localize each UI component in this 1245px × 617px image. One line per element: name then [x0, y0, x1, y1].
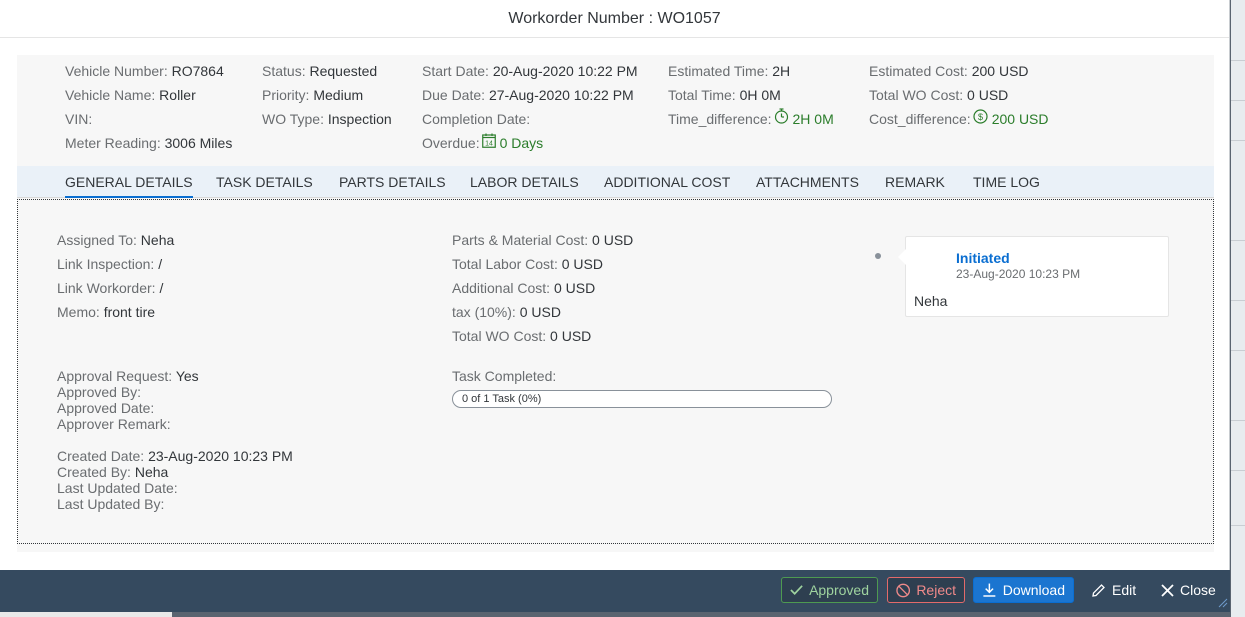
summary-column-cost: Estimated Cost: 200 USD Total WO Cost: 0…: [869, 59, 1049, 131]
svg-text:14: 14: [485, 141, 493, 148]
resize-grip-icon[interactable]: [1218, 598, 1228, 608]
detail-field: Assigned To: Neha: [57, 232, 175, 248]
summary-column-status: Status: Requested Priority: Medium WO Ty…: [262, 59, 392, 131]
summary-column-time: Estimated Time: 2H Total Time: 0H 0M Tim…: [668, 59, 834, 131]
detail-field: Approved Date:: [57, 400, 155, 416]
summary-field: Vehicle Name: Roller: [65, 87, 196, 103]
reject-icon: [896, 583, 911, 597]
summary-field: Due Date: 27-Aug-2020 10:22 PM: [422, 87, 634, 103]
detail-field: Last Updated Date:: [57, 480, 178, 496]
download-button[interactable]: Download: [973, 577, 1074, 603]
task-progress-bar: 0 of 1 Task (0%): [452, 390, 832, 408]
close-button[interactable]: Close: [1152, 577, 1226, 603]
detail-field: Additional Cost: 0 USD: [452, 280, 596, 296]
reject-button[interactable]: Reject: [887, 577, 965, 603]
task-completed-label: Task Completed:: [452, 368, 557, 384]
tab-parts-details[interactable]: PARTS DETAILS: [339, 166, 446, 198]
detail-field: Total Labor Cost: 0 USD: [452, 256, 603, 272]
timeline-entry-title: Initiated: [956, 250, 1010, 266]
dialog-content: Vehicle Number: RO7864 Vehicle Name: Rol…: [17, 55, 1214, 552]
summary-field: Total Time: 0H 0M: [668, 87, 781, 103]
detail-field: Link Workorder: /: [57, 280, 164, 296]
pencil-icon: [1092, 583, 1105, 597]
detail-field: Link Inspection: /: [57, 256, 163, 272]
tab-bar: GENERAL DETAILS TASK DETAILS PARTS DETAI…: [17, 166, 1214, 198]
detail-field: Total WO Cost: 0 USD: [452, 328, 592, 344]
summary-field: Status: Requested: [262, 63, 378, 79]
detail-field: Created By: Neha: [57, 464, 169, 480]
tab-task-details[interactable]: TASK DETAILS: [216, 166, 313, 198]
summary-field: Start Date: 20-Aug-2020 10:22 PM: [422, 63, 638, 79]
summary-field: Vehicle Number: RO7864: [65, 63, 224, 79]
timeline-entry-user: Neha: [914, 293, 948, 309]
assignment-section: Assigned To: Neha Link Inspection: / Lin…: [57, 228, 174, 324]
summary-field: Estimated Time: 2H: [668, 63, 791, 79]
summary-field: Estimated Cost: 200 USD: [869, 63, 1029, 79]
calendar-icon: 14: [481, 131, 496, 155]
tab-remark[interactable]: REMARK: [885, 166, 945, 198]
close-icon: [1161, 583, 1174, 597]
summary-field: Completion Date:: [422, 111, 531, 127]
summary-field: Time_difference: 2H 0M: [668, 107, 834, 131]
summary-column-dates: Start Date: 20-Aug-2020 10:22 PM Due Dat…: [422, 59, 638, 155]
workorder-dialog: Workorder Number : WO1057 Vehicle Number…: [0, 0, 1230, 612]
tab-time-log[interactable]: TIME LOG: [973, 166, 1040, 198]
detail-field: Created Date: 23-Aug-2020 10:23 PM: [57, 448, 293, 464]
approval-section: Approval Request: Yes Approved By: Appro…: [57, 368, 199, 432]
background-right-strip: [1231, 0, 1245, 617]
edit-button[interactable]: Edit: [1082, 577, 1146, 603]
dialog-footer: Approved Reject Download Edit Close: [0, 570, 1230, 612]
detail-field: Approval Request: Yes: [57, 368, 199, 384]
detail-field: Approver Remark:: [57, 416, 171, 432]
summary-field: Overdue: 14 0 Days: [422, 131, 638, 155]
summary-column-vehicle: Vehicle Number: RO7864 Vehicle Name: Rol…: [65, 59, 232, 155]
dollar-circle-icon: $: [973, 107, 988, 131]
detail-field: tax (10%): 0 USD: [452, 304, 561, 320]
tab-additional-cost[interactable]: ADDITIONAL COST: [604, 166, 730, 198]
summary-field: Priority: Medium: [262, 87, 364, 103]
summary-field: WO Type: Inspection: [262, 111, 392, 127]
timeline-entry-date: 23-Aug-2020 10:23 PM: [956, 267, 1081, 281]
tab-general-details[interactable]: GENERAL DETAILS: [65, 166, 193, 198]
detail-field: Approved By:: [57, 384, 142, 400]
general-details-panel: Assigned To: Neha Link Inspection: / Lin…: [17, 199, 1214, 544]
detail-field: Memo: front tire: [57, 304, 156, 320]
svg-text:$: $: [978, 112, 983, 122]
detail-field: Last Updated By:: [57, 496, 165, 512]
audit-section: Created Date: 23-Aug-2020 10:23 PM Creat…: [57, 448, 293, 512]
summary-field: VIN:: [65, 111, 93, 127]
cost-section: Parts & Material Cost: 0 USD Total Labor…: [452, 228, 633, 348]
download-icon: [983, 583, 996, 597]
approved-button[interactable]: Approved: [781, 577, 878, 603]
checkmark-icon: [790, 585, 803, 595]
summary-field: Meter Reading: 3006 Miles: [65, 135, 233, 151]
timeline-entry: Initiated 23-Aug-2020 10:23 PM Neha: [898, 236, 1169, 317]
tab-labor-details[interactable]: LABOR DETAILS: [470, 166, 579, 198]
dialog-title: Workorder Number : WO1057: [0, 0, 1229, 38]
stopwatch-icon: [774, 107, 789, 131]
summary-field: Cost_difference: $200 USD: [869, 107, 1049, 131]
summary-field: Total WO Cost: 0 USD: [869, 87, 1009, 103]
detail-field: Parts & Material Cost: 0 USD: [452, 232, 634, 248]
background-bottom-strip: [0, 612, 172, 617]
tab-attachments[interactable]: ATTACHMENTS: [756, 166, 859, 198]
timeline-dot: [875, 253, 881, 259]
